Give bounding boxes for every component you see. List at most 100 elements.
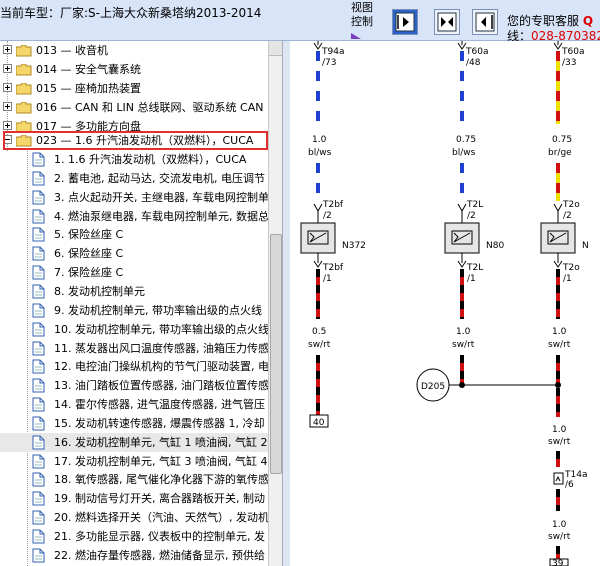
- wire-size: 0.75: [552, 135, 572, 145]
- connector-pin: /6: [565, 480, 574, 490]
- wire-colored: [556, 301, 560, 309]
- wire-colored: [556, 193, 560, 201]
- tree-doc-item[interactable]: 22. 燃油存量传感器, 燃油储备显示, 预供给: [0, 546, 268, 565]
- connector-pin: /2: [563, 211, 572, 221]
- document-icon: [32, 152, 45, 167]
- wire-colored: [460, 173, 464, 183]
- wire-colored: [316, 379, 320, 387]
- wire-colored: [556, 121, 560, 124]
- connector-pin: /2: [467, 211, 476, 221]
- wire-colored: [460, 51, 464, 61]
- document-icon: [32, 435, 45, 450]
- wire-colored: [316, 387, 320, 395]
- document-icon: [32, 284, 45, 299]
- wire-colored: [316, 173, 320, 183]
- wire-colored: [316, 111, 320, 121]
- ground-label: 39: [552, 559, 564, 566]
- expand-right-button[interactable]: [392, 9, 418, 35]
- tree-doc-item[interactable]: 12. 电控油门操纵机构的节气门驱动装置, 电: [0, 357, 268, 376]
- wire-colored: [316, 395, 320, 403]
- tree-doc-item[interactable]: 9. 发动机控制单元, 带功率输出级的点火线: [0, 301, 268, 320]
- wire-colored: [460, 301, 464, 309]
- connector-label: T94a: [321, 47, 344, 57]
- connector-pin: /33: [562, 58, 576, 68]
- tree-doc-item[interactable]: 21. 多功能显示器, 仪表板中的控制单元, 发: [0, 527, 268, 546]
- wiring-diagram: T94a/73 1.0 bl/ws T2bf/2 N372 T2bf/1 0.5 sw/rt T…: [290, 41, 600, 566]
- connector-pin: /1: [563, 274, 572, 284]
- tree-doc-item[interactable]: 20. 燃料选择开关（汽油、天然气）, 发动机: [0, 508, 268, 527]
- expand-icon[interactable]: [3, 45, 12, 54]
- wire-colored: [460, 111, 464, 121]
- wire-colored: [316, 293, 320, 301]
- document-icon: [32, 359, 45, 374]
- tree-doc-item[interactable]: 2. 蓄电池, 起动马达, 交流发电机, 电压调节: [0, 169, 268, 188]
- expand-icon[interactable]: [3, 121, 12, 130]
- expand-icon[interactable]: [3, 102, 12, 111]
- wire-colored: [316, 193, 320, 201]
- tree-doc-item[interactable]: 7. 保险丝座 C: [0, 263, 268, 282]
- connector-label: T60a: [561, 47, 584, 57]
- tree-doc-item[interactable]: 1. 1.6 升汽油发动机（双燃料），CUCA: [0, 150, 268, 169]
- wire-colored: [556, 505, 560, 511]
- tree-doc-item[interactable]: 10. 发动机控制单元, 带功率输出级的点火线: [0, 320, 268, 339]
- wire-colored: [460, 91, 464, 101]
- wire-colored: [556, 163, 560, 173]
- tree-doc-item[interactable]: 4. 燃油泵继电器, 车载电网控制单元, 数据总: [0, 207, 268, 226]
- document-icon: [32, 171, 45, 186]
- tree-doc-item[interactable]: 14. 霍尔传感器, 进气温度传感器, 进气管压: [0, 395, 268, 414]
- connector-pin: /48: [466, 58, 481, 68]
- wire-colored: [316, 163, 320, 173]
- wire-color: sw/rt: [452, 340, 475, 350]
- wire-colored: [460, 309, 464, 317]
- wire-size: 1.0: [312, 135, 327, 145]
- tree-scrollbar[interactable]: [268, 41, 283, 566]
- tree-doc-item[interactable]: 6. 保险丝座 C: [0, 244, 268, 263]
- wire-colored: [556, 489, 560, 497]
- document-icon: [32, 416, 45, 431]
- tree-doc-item[interactable]: 5. 保险丝座 C: [0, 225, 268, 244]
- tree-doc-item[interactable]: 16. 发动机控制单元, 气缸 1 喷油阀, 气缸 2: [0, 432, 268, 452]
- view-control-label: 视图 控制: [351, 1, 373, 28]
- expand-icon[interactable]: [3, 64, 12, 73]
- document-icon: [32, 341, 45, 355]
- wire-colored: [460, 71, 464, 81]
- tree-doc-item[interactable]: 13. 油门踏板位置传感器, 油门踏板位置传感: [0, 376, 268, 395]
- wire-color: sw/rt: [548, 340, 571, 350]
- connector-pin: /73: [322, 58, 336, 68]
- tree-doc-item[interactable]: 11. 蒸发器出风口温度传感器, 油箱压力传感: [0, 339, 268, 358]
- document-icon: [32, 303, 45, 318]
- junction-dot: [459, 382, 465, 388]
- wire-colored: [316, 371, 320, 379]
- tree-doc-item[interactable]: 15. 发动机转速传感器, 爆震传感器 1, 冷却: [0, 414, 268, 433]
- wire-colored: [556, 451, 560, 459]
- wire-colored: [556, 173, 560, 183]
- wire-colored: [556, 412, 560, 417]
- tree-doc-item[interactable]: 3. 点火起动开关, 主继电器, 车载电网控制单: [0, 188, 268, 207]
- component-label: N372: [342, 241, 366, 251]
- junction-label: D205: [421, 382, 445, 392]
- document-icon: [32, 529, 45, 544]
- wire-colored: [556, 51, 560, 61]
- wire-colored: [556, 101, 560, 111]
- folder-icon: [16, 102, 32, 114]
- scroll-thumb[interactable]: [270, 234, 282, 474]
- document-icon: [32, 548, 45, 563]
- document-icon: [32, 491, 45, 506]
- connector-mark: [313, 203, 323, 213]
- wire-colored: [556, 371, 560, 379]
- expand-left-button[interactable]: [472, 9, 498, 35]
- connector-pin: /1: [467, 274, 476, 284]
- wire-colored: [556, 285, 560, 293]
- tree-doc-item[interactable]: 8. 发动机控制单元: [0, 282, 268, 301]
- wire-colored: [556, 183, 560, 193]
- expand-icon[interactable]: [3, 83, 12, 92]
- tree-doc-item[interactable]: 17. 发动机控制单元, 气缸 3 喷油阀, 气缸 4: [0, 452, 268, 471]
- split-view-button[interactable]: [434, 9, 460, 35]
- connector-label: T2bf: [322, 263, 344, 273]
- wire-colored: [556, 459, 560, 467]
- tree-doc-item[interactable]: 19. 制动信号灯开关, 离合器踏板开关, 制动: [0, 489, 268, 508]
- tree-doc-item[interactable]: 18. 氧传感器, 尾气催化净化器下游的氧传感: [0, 470, 268, 489]
- connector-pin: /1: [323, 274, 332, 284]
- wire-colored: [316, 91, 320, 101]
- scroll-up-button[interactable]: [269, 41, 283, 56]
